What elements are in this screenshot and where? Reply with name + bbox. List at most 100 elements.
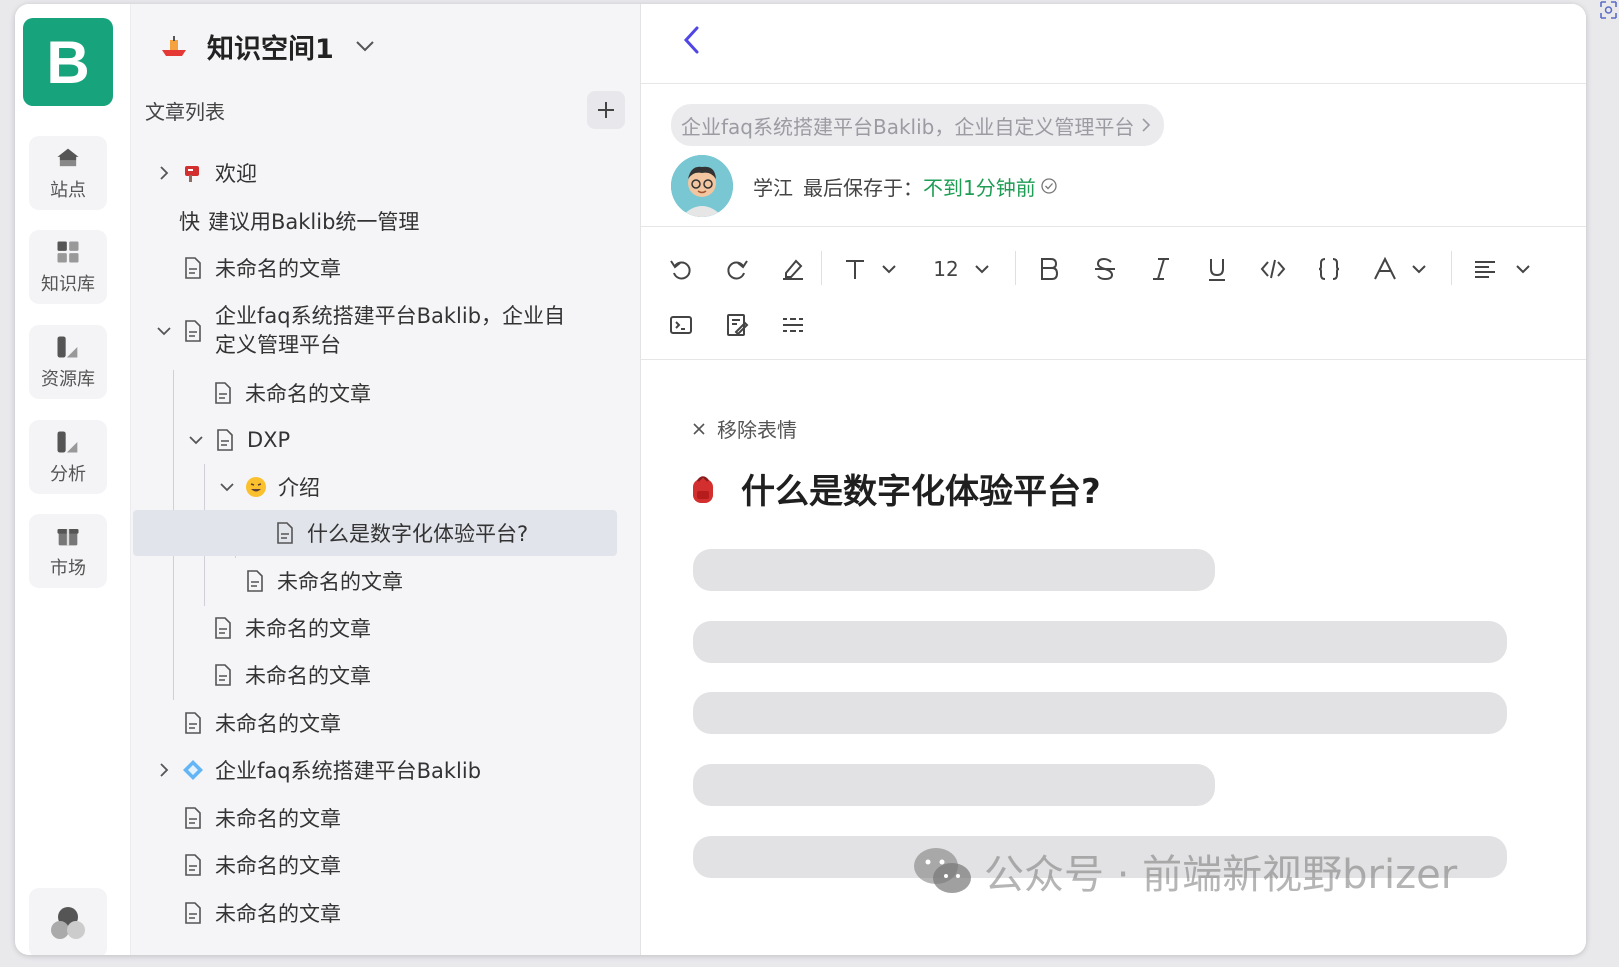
- editor-panel: 企业faq系统搭建平台Baklib，企业自定义管理平台 学江 最后保存于： 不到…: [641, 4, 1586, 955]
- remove-emoji-label: 移除表情: [717, 418, 797, 442]
- heading-dropdown[interactable]: [837, 251, 903, 287]
- content-skeleton-line: [693, 549, 1215, 591]
- document-icon: [273, 521, 297, 545]
- add-article-button[interactable]: [587, 91, 625, 129]
- tree-item-untitled[interactable]: 未命名的文章: [139, 890, 623, 936]
- font-size-dropdown[interactable]: 12: [931, 251, 993, 287]
- tree-item-untitled[interactable]: 未命名的文章: [139, 795, 623, 841]
- bold-button[interactable]: [1031, 251, 1067, 287]
- rail-item-resources[interactable]: 资源库: [29, 325, 107, 399]
- text-color-dropdown[interactable]: [1367, 251, 1433, 287]
- home-icon: [57, 148, 79, 167]
- chevron-right-icon[interactable]: [153, 759, 175, 781]
- back-arrow-icon[interactable]: [677, 24, 709, 56]
- tree-item-dxp[interactable]: DXP: [139, 417, 623, 463]
- tree-item-faq-platform[interactable]: 企业faq系统搭建平台Baklib，企业自 定义管理平台: [139, 300, 623, 362]
- watermark: 公众号 · 前端新视野brizer: [912, 842, 1457, 900]
- document-icon: [213, 428, 237, 452]
- breadcrumb[interactable]: 企业faq系统搭建平台Baklib，企业自定义管理平台: [671, 104, 1165, 146]
- rail-item-market[interactable]: 市场: [29, 514, 107, 588]
- chevron-down-icon[interactable]: [153, 320, 175, 342]
- undo-button[interactable]: [663, 251, 699, 287]
- document-title-text: 什么是数字化体验平台?: [741, 472, 1101, 512]
- tree-item-label: 企业faq系统搭建平台Baklib: [215, 759, 482, 783]
- document-icon: [211, 381, 235, 405]
- tree-item-untitled[interactable]: 未命名的文章: [139, 652, 623, 698]
- tree-item-label: 未命名的文章: [245, 617, 371, 641]
- redo-button[interactable]: [719, 251, 755, 287]
- app-logo[interactable]: B: [23, 18, 113, 106]
- tree-item-label: 未命名的文章: [245, 382, 371, 406]
- rail-label-market: 市场: [50, 558, 86, 579]
- chevron-down-icon: [975, 265, 989, 274]
- code-block-button[interactable]: [1311, 251, 1347, 287]
- content-skeleton-line: [693, 692, 1507, 734]
- toolbar-separator: [1015, 251, 1016, 285]
- rail-label-analytics: 分析: [50, 464, 86, 485]
- tree-item-untitled[interactable]: 未命名的文章: [139, 700, 623, 746]
- align-dropdown[interactable]: [1469, 251, 1535, 287]
- tree-item-label: 未命名的文章: [215, 902, 341, 926]
- inline-code-button[interactable]: [1255, 251, 1291, 287]
- tree-item-label: 未命名的文章: [215, 257, 341, 281]
- backpack-emoji-icon: [693, 475, 713, 503]
- terminal-icon: [670, 316, 692, 334]
- tree-item-welcome[interactable]: 欢迎: [139, 150, 623, 196]
- wechat-icon: [914, 848, 971, 893]
- tree-item-label: 未命名的文章: [277, 570, 403, 594]
- analytics-icon: [57, 431, 78, 453]
- boat-icon: [162, 36, 186, 56]
- tree-item-label: 介绍: [278, 476, 320, 500]
- tree-item-untitled[interactable]: 未命名的文章: [139, 245, 623, 291]
- document-icon: [181, 806, 205, 830]
- document-icon: [181, 901, 205, 925]
- chevron-down-icon: [1412, 265, 1426, 274]
- undo-icon: [670, 260, 691, 280]
- rail-item-site[interactable]: 站点: [29, 136, 107, 210]
- toolbar-separator: [1451, 251, 1452, 285]
- screenshot-icon[interactable]: [1598, 0, 1619, 20]
- text-type-icon: [846, 260, 864, 279]
- tree-item-dxp-article[interactable]: 什么是数字化体验平台?: [133, 510, 617, 556]
- author-name: 学江: [753, 175, 793, 200]
- rail-item-knowledge[interactable]: 知识库: [29, 230, 107, 304]
- tree-item-label-line2: 定义管理平台: [215, 333, 341, 357]
- article-list-header: 文章列表: [145, 90, 625, 130]
- chevron-down-icon[interactable]: [185, 429, 207, 451]
- strikethrough-button[interactable]: [1087, 251, 1123, 287]
- insert-divider-button[interactable]: [775, 307, 811, 343]
- chevron-down-icon[interactable]: [216, 476, 238, 498]
- underline-button[interactable]: [1199, 251, 1235, 287]
- remove-emoji-button[interactable]: 移除表情: [691, 414, 797, 443]
- tree-item-intro[interactable]: 介绍: [139, 464, 623, 510]
- space-switcher[interactable]: 知识空间1: [159, 22, 376, 70]
- document-title[interactable]: 什么是数字化体验平台?: [691, 464, 1101, 513]
- tree-item-untitled[interactable]: 未命名的文章: [139, 605, 623, 651]
- bold-icon: [1041, 258, 1059, 280]
- plus-icon: [598, 102, 614, 118]
- user-avatar-button[interactable]: [29, 888, 107, 955]
- italic-button[interactable]: [1143, 251, 1179, 287]
- app-window: B 站点 知识库 资源库 分析 市场 知识空间1 文章列表 欢迎 快 建议用Ba…: [15, 4, 1586, 955]
- tree-item-label: DXP: [247, 428, 291, 452]
- tree-item-suggest-baklib[interactable]: 快 建议用Baklib统一管理: [139, 198, 623, 244]
- tree-item-untitled[interactable]: 未命名的文章: [139, 842, 623, 888]
- rail-item-analytics[interactable]: 分析: [29, 420, 107, 494]
- tree-item-untitled[interactable]: 未命名的文章: [139, 558, 623, 604]
- tree-item-label: 未命名的文章: [215, 712, 341, 736]
- insert-form-button[interactable]: [719, 307, 755, 343]
- clear-format-button[interactable]: [775, 251, 811, 287]
- tree-item-label: 未命名的文章: [245, 664, 371, 688]
- chevron-right-icon[interactable]: [153, 162, 175, 184]
- tree-item-untitled[interactable]: 未命名的文章: [139, 370, 623, 416]
- space-title: 知识空间1: [207, 33, 334, 65]
- insert-terminal-button[interactable]: [663, 307, 699, 343]
- watermark-text: 公众号 · 前端新视野brizer: [984, 852, 1458, 898]
- font-size-value: 12: [933, 257, 959, 281]
- tree-item-label: 未命名的文章: [215, 807, 341, 831]
- document-icon: [181, 256, 205, 280]
- formatting-toolbar: 12: [641, 226, 1586, 360]
- font-color-icon: [1374, 256, 1396, 280]
- tree-item-faq-baklib[interactable]: 企业faq系统搭建平台Baklib: [139, 747, 623, 793]
- tree-item-label: 未命名的文章: [215, 854, 341, 878]
